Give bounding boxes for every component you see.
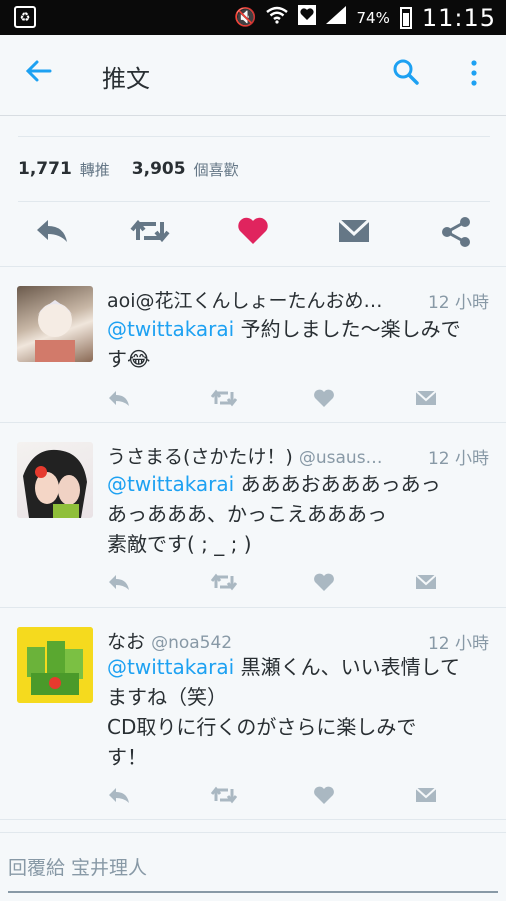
status-bar: ♻ 🔇 74% 11:15 <box>0 0 506 35</box>
avatar[interactable] <box>17 286 93 362</box>
tweet-actions <box>0 200 506 267</box>
tweet-stats: 1,771 轉推 3,905 個喜歡 <box>18 136 490 202</box>
reply-text: @twittakarai 予約しました〜楽しみで す😂 <box>107 314 487 374</box>
reply-text-line: す😂 <box>107 347 151 371</box>
avatar[interactable] <box>17 442 93 518</box>
reply-text-line: す！ <box>107 745 147 769</box>
reply-author-name[interactable]: うさまる(さかたけ！) <box>107 446 293 468</box>
page-title: 推文 <box>102 65 150 93</box>
reply-text-line: あああおあああっあっ <box>234 472 441 496</box>
like-heart-icon[interactable] <box>233 216 273 252</box>
reply-actions <box>107 785 437 807</box>
reply-text-line: 予約しました〜楽しみで <box>234 317 461 341</box>
clock: 11:15 <box>421 3 496 32</box>
reply-time: 12 小時 <box>427 293 489 313</box>
mention-link[interactable]: @twittakarai <box>107 655 234 679</box>
retweet-icon[interactable] <box>210 388 238 410</box>
retweet-icon[interactable] <box>210 572 238 594</box>
more-options-icon[interactable] <box>466 59 482 89</box>
message-icon[interactable] <box>415 388 439 410</box>
reply-author[interactable]: なお @noa542 <box>107 627 232 654</box>
reply-tweet[interactable]: なお @noa542 12 小時 @twittakarai 黒瀬くん、いい表情し… <box>0 607 506 820</box>
reply-handle[interactable]: @noa542 <box>151 633 232 653</box>
mention-link[interactable]: @twittakarai <box>107 317 234 341</box>
reply-icon[interactable] <box>107 785 131 807</box>
share-icon[interactable] <box>436 216 476 252</box>
reply-time: 12 小時 <box>427 634 489 654</box>
app-bar: 推文 <box>0 35 506 116</box>
like-icon[interactable] <box>313 388 337 410</box>
reply-handle[interactable]: @usaus… <box>299 448 383 468</box>
like-count[interactable]: 3,905 <box>132 159 186 179</box>
mute-icon: 🔇 <box>234 7 257 28</box>
reply-text-line: 素敵です( ; _ ; ) <box>107 532 252 556</box>
like-icon[interactable] <box>313 785 337 807</box>
retweet-label: 轉推 <box>79 160 110 179</box>
recycle-icon: ♻ <box>14 6 36 28</box>
avatar[interactable] <box>17 627 93 703</box>
reply-icon[interactable] <box>32 216 72 252</box>
retweet-icon[interactable] <box>210 785 238 807</box>
wifi-icon <box>266 6 289 29</box>
battery-percent: 74% <box>356 8 390 27</box>
mention-link[interactable]: @twittakarai <box>107 472 234 496</box>
reply-text-line: ますね（笑） <box>107 685 227 709</box>
reply-author[interactable]: うさまる(さかたけ！) @usaus… <box>107 442 383 469</box>
direct-message-icon[interactable] <box>334 216 374 252</box>
reply-text-line: CD取りに行くのがさらに楽しみで <box>107 715 417 739</box>
reply-tweet[interactable]: aoi@花江くんしょーたんおめ… 12 小時 @twittakarai 予約しま… <box>0 266 506 423</box>
reply-text: @twittakarai 黒瀬くん、いい表情して ますね（笑） CD取りに行くの… <box>107 652 487 772</box>
reply-input[interactable]: 回覆給 宝井理人 <box>8 849 498 893</box>
message-icon[interactable] <box>415 785 439 807</box>
reply-actions <box>107 572 437 594</box>
reply-author-name[interactable]: なお <box>107 631 145 653</box>
reply-icon[interactable] <box>107 572 131 594</box>
reply-author[interactable]: aoi@花江くんしょーたんおめ… <box>107 286 383 313</box>
signal-icon <box>326 6 347 29</box>
search-icon[interactable] <box>392 57 420 87</box>
retweet-count[interactable]: 1,771 <box>18 159 72 179</box>
like-label: 個喜歡 <box>193 160 239 179</box>
reply-icon[interactable] <box>107 388 131 410</box>
back-arrow-icon[interactable] <box>24 57 52 93</box>
reply-tweet[interactable]: うさまる(さかたけ！) @usaus… 12 小時 @twittakarai あ… <box>0 422 506 608</box>
reply-text: @twittakarai あああおあああっあっ あっあああ、かっこえあああっ 素… <box>107 469 487 559</box>
like-icon[interactable] <box>313 572 337 594</box>
heart-status-icon <box>298 5 317 30</box>
battery-icon <box>399 6 412 29</box>
reply-composer: 回覆給 宝井理人 <box>0 832 506 901</box>
message-icon[interactable] <box>415 572 439 594</box>
retweet-icon[interactable] <box>130 216 170 252</box>
reply-text-line: あっあああ、かっこえあああっ <box>107 502 387 526</box>
reply-actions <box>107 388 437 410</box>
reply-text-line: 黒瀬くん、いい表情して <box>234 655 460 679</box>
reply-time: 12 小時 <box>427 449 489 469</box>
